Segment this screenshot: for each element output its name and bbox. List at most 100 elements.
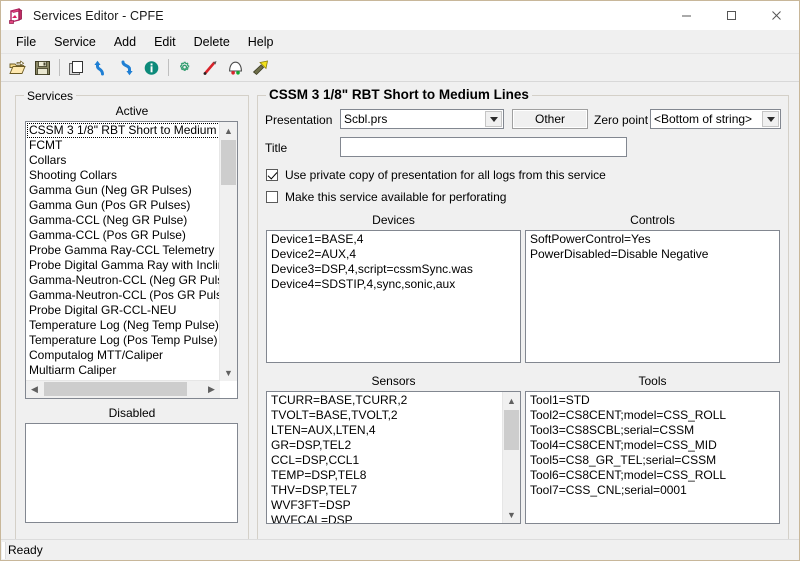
toolbar: [1, 54, 799, 82]
save-icon[interactable]: [30, 56, 55, 79]
list-item[interactable]: Gamma-CCL (Neg GR Pulse): [27, 213, 220, 228]
info-icon[interactable]: [139, 56, 164, 79]
chevron-down-icon[interactable]: [485, 111, 502, 127]
tools-line: Tool3=CS8SCBL;serial=CSSM: [530, 423, 695, 437]
minimize-button[interactable]: [664, 1, 709, 30]
disabled-services-list[interactable]: [25, 423, 238, 523]
client-area: Services Active CSSM 3 1/8" RBT Short to…: [1, 82, 799, 560]
controls-label: Controls: [630, 213, 675, 227]
status-bar-grip: [2, 542, 6, 559]
tools-label: Tools: [638, 374, 667, 388]
devices-line: Device3=DSP,4,script=cssmSync.was: [271, 262, 473, 276]
move-down-icon[interactable]: [114, 56, 139, 79]
list-item[interactable]: FCMT: [27, 138, 220, 153]
tools-line: Tool5=CS8_GR_TEL;serial=CSSM: [530, 453, 717, 467]
list-item[interactable]: Computalog MTT/Caliper: [27, 348, 220, 363]
presentation-combo-value: Scbl.prs: [344, 112, 388, 126]
window-controls: [664, 1, 799, 30]
toolbar-separator-2: [168, 59, 169, 76]
title-input[interactable]: [340, 137, 627, 157]
list-item[interactable]: CSSM 3 1/8" RBT Short to Medium Lin: [27, 123, 220, 138]
devices-line: Device1=BASE,4: [271, 232, 364, 246]
controls-textbox-inner: SoftPowerControl=Yes PowerDisabled=Disab…: [526, 231, 779, 362]
service-detail-group: CSSM 3 1/8" RBT Short to Medium Lines Pr…: [257, 87, 789, 542]
close-button[interactable]: [754, 1, 799, 30]
services-group-label: Services: [24, 89, 77, 103]
list-item[interactable]: Multiarm Caliper: [27, 363, 220, 378]
sensors-label: Sensors: [371, 374, 416, 388]
list-item[interactable]: Shooting Collars: [27, 168, 220, 183]
scroll-left-icon[interactable]: ◀: [26, 381, 43, 397]
bell-icon[interactable]: [223, 56, 248, 79]
presentation-combo[interactable]: Scbl.prs: [340, 109, 504, 129]
perforating-checkbox[interactable]: [266, 191, 278, 203]
list-item[interactable]: Gamma Gun (Neg GR Pulses): [27, 183, 220, 198]
gears-icon[interactable]: [173, 56, 198, 79]
private-copy-checkbox[interactable]: [266, 169, 278, 181]
menu-bar: File Service Add Edit Delete Help: [1, 31, 799, 54]
scroll-thumb[interactable]: [504, 410, 519, 450]
list-item[interactable]: Probe Digital GR-CCL-NEU: [27, 303, 220, 318]
presentation-label: Presentation: [265, 113, 333, 127]
scroll-down-icon[interactable]: ▼: [220, 364, 237, 381]
scroll-right-icon[interactable]: ▶: [203, 381, 220, 397]
menu-item-help[interactable]: Help: [239, 33, 283, 51]
tools-textbox[interactable]: Tool1=STD Tool2=CS8CENT;model=CSS_ROLL T…: [525, 391, 780, 524]
service-detail-title: CSSM 3 1/8" RBT Short to Medium Lines: [266, 87, 532, 102]
new-page-icon[interactable]: [64, 56, 89, 79]
list-item[interactable]: Temperature Log (Neg Temp Pulse): [27, 318, 220, 333]
menu-item-add[interactable]: Add: [105, 33, 145, 51]
menu-item-file[interactable]: File: [7, 33, 45, 51]
devices-label: Devices: [372, 213, 415, 227]
scroll-thumb[interactable]: [221, 140, 236, 185]
tools-line: Tool1=STD: [530, 393, 590, 407]
zero-point-combo-value: <Bottom of string>: [654, 112, 753, 126]
window-title: Services Editor - CPFE: [33, 8, 164, 23]
zero-point-combo[interactable]: <Bottom of string>: [650, 109, 781, 129]
list-item[interactable]: Collars: [27, 153, 220, 168]
menu-item-edit[interactable]: Edit: [145, 33, 185, 51]
services-editor-icon: [8, 7, 26, 25]
menu-item-service[interactable]: Service: [45, 33, 105, 51]
sensors-line: GR=DSP,TEL2: [271, 438, 352, 452]
scroll-up-icon[interactable]: ▲: [220, 122, 237, 139]
list-item[interactable]: Gamma-CCL (Pos GR Pulse): [27, 228, 220, 243]
pen-icon[interactable]: [198, 56, 223, 79]
list-item[interactable]: Probe Gamma Ray-CCL Telemetry: [27, 243, 220, 258]
perforating-checkbox-row[interactable]: Make this service available for perforat…: [266, 190, 506, 204]
scroll-up-icon[interactable]: ▲: [503, 392, 520, 409]
move-up-icon[interactable]: [89, 56, 114, 79]
private-copy-checkbox-row[interactable]: Use private copy of presentation for all…: [266, 168, 606, 182]
sensors-line: WVFCAL=DSP: [271, 513, 353, 523]
controls-line: PowerDisabled=Disable Negative: [530, 247, 709, 261]
list-item[interactable]: Gamma-Neutron-CCL (Neg GR Pulse): [27, 273, 220, 288]
list-item[interactable]: Gamma-Neutron-CCL (Pos GR Pulse): [27, 288, 220, 303]
sensors-textbox[interactable]: TCURR=BASE,TCURR,2 TVOLT=BASE,TVOLT,2 LT…: [266, 391, 521, 524]
maximize-button[interactable]: [709, 1, 754, 30]
devices-textbox-inner: Device1=BASE,4 Device2=AUX,4 Device3=DSP…: [267, 231, 520, 362]
sensors-vertical-scrollbar[interactable]: ▲ ▼: [502, 392, 520, 523]
disabled-list-label: Disabled: [108, 406, 156, 420]
list-item[interactable]: Probe Digital Gamma Ray with Inclinatio: [27, 258, 220, 273]
active-list-horizontal-scrollbar[interactable]: ◀ ▶: [26, 380, 220, 398]
devices-textbox[interactable]: Device1=BASE,4 Device2=AUX,4 Device3=DSP…: [266, 230, 521, 363]
hammer-icon[interactable]: [248, 56, 273, 79]
list-item[interactable]: Temperature Log (Pos Temp Pulse): [27, 333, 220, 348]
sensors-line: THV=DSP,TEL7: [271, 483, 358, 497]
active-list-vertical-scrollbar[interactable]: ▲ ▼: [219, 122, 237, 381]
open-icon[interactable]: [5, 56, 30, 79]
scroll-thumb-horizontal[interactable]: [44, 382, 187, 396]
tools-line: Tool6=CS8CENT;model=CSS_ROLL: [530, 468, 727, 482]
menu-item-delete[interactable]: Delete: [185, 33, 239, 51]
application-window: Services Editor - CPFE File Service Add …: [0, 0, 800, 561]
other-button[interactable]: Other: [512, 109, 588, 129]
devices-line: Device2=AUX,4: [271, 247, 357, 261]
sensors-line: WVF3FT=DSP: [271, 498, 351, 512]
list-item[interactable]: Gamma Gun (Pos GR Pulses): [27, 198, 220, 213]
sensors-line: TVOLT=BASE,TVOLT,2: [271, 408, 398, 422]
chevron-down-icon[interactable]: [762, 111, 779, 127]
active-services-list[interactable]: CSSM 3 1/8" RBT Short to Medium Lin FCMT…: [25, 121, 238, 399]
scroll-down-icon[interactable]: ▼: [503, 506, 520, 523]
status-message: Ready: [8, 543, 43, 557]
controls-textbox[interactable]: SoftPowerControl=Yes PowerDisabled=Disab…: [525, 230, 780, 363]
